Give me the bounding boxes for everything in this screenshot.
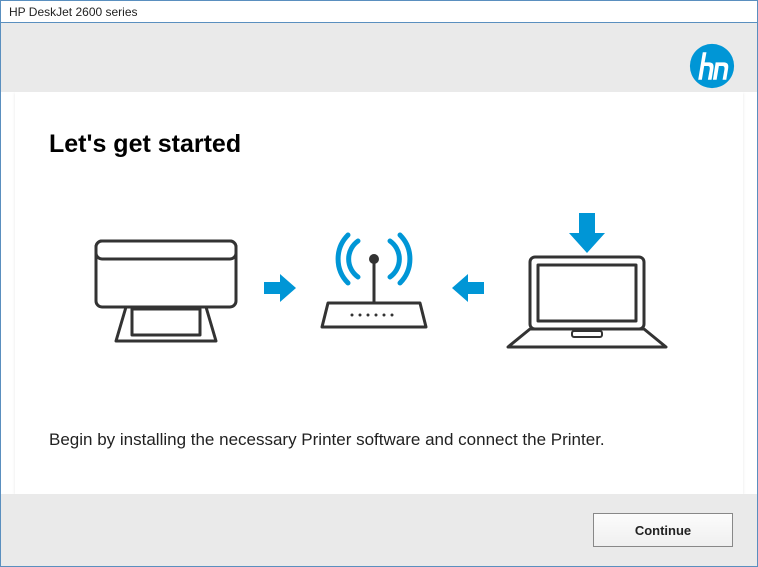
window-title: HP DeskJet 2600 series [9,5,138,19]
content-card: Let's get started [15,92,743,494]
installer-window: HP DeskJet 2600 series Let's get started [0,0,758,567]
page-title: Let's get started [49,130,709,159]
description-text: Begin by installing the necessary Printe… [49,428,609,452]
arrow-left-icon [452,274,484,307]
hp-logo-icon [689,43,735,94]
arrow-down-icon [569,213,605,253]
router-icon [314,223,434,358]
title-bar: HP DeskJet 2600 series [1,1,757,23]
arrow-right-icon [264,274,296,307]
continue-button[interactable]: Continue [593,513,733,547]
footer-area: Continue [1,494,757,566]
header-area [1,23,757,92]
laptop-icon [502,213,672,368]
setup-illustration [49,213,709,368]
printer-icon [86,223,246,358]
